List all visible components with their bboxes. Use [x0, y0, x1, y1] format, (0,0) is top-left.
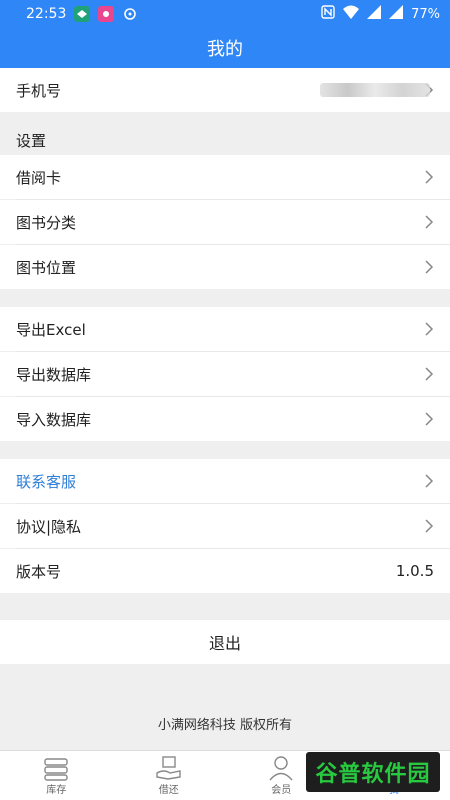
version-label: 版本号	[16, 562, 62, 581]
battery-percent: 77%	[411, 6, 440, 22]
export-database-item[interactable]: 导出数据库	[0, 352, 450, 396]
tab-borrow-return-label: 借还	[158, 785, 179, 796]
settings-section-title: 设置	[16, 132, 47, 150]
export-excel-item[interactable]: 导出Excel	[0, 307, 450, 351]
contact-support-label: 联系客服	[16, 472, 77, 491]
import-database-item[interactable]: 导入数据库	[0, 397, 450, 441]
logout-label: 退出	[208, 634, 241, 653]
chevron-right-icon	[425, 519, 434, 533]
tab-inventory[interactable]: 库存	[0, 751, 113, 800]
book-category-label: 图书分类	[16, 213, 77, 232]
chevron-right-icon	[425, 322, 434, 336]
export-database-label: 导出数据库	[16, 365, 92, 384]
hand-book-icon	[156, 756, 181, 780]
chevron-right-icon	[425, 215, 434, 229]
phone-number-redacted	[320, 83, 430, 97]
tab-member-label: 会员	[271, 785, 292, 796]
contact-support-item[interactable]: 联系客服	[0, 459, 450, 503]
wifi-icon	[343, 5, 360, 23]
sync-icon	[122, 6, 138, 22]
page-header: 我的	[0, 28, 450, 68]
book-location-label: 图书位置	[16, 258, 77, 277]
import-database-label: 导入数据库	[16, 410, 92, 429]
watermark-logo: 谷普软件园	[306, 752, 440, 792]
app-notification-icon	[74, 6, 91, 22]
status-bar: 22:53 77%	[0, 0, 450, 28]
book-category-item[interactable]: 图书分类	[0, 200, 450, 244]
app-notification-icon-2	[98, 6, 115, 22]
books-icon	[44, 758, 68, 781]
agreement-privacy-item[interactable]: 协议|隐私	[0, 504, 450, 548]
library-card-item[interactable]: 借阅卡	[0, 155, 450, 199]
chevron-right-icon	[425, 474, 434, 488]
member-icon	[269, 756, 293, 781]
tab-inventory-label: 库存	[46, 785, 67, 796]
page-title: 我的	[207, 39, 243, 60]
signal-icon-2	[389, 5, 404, 23]
library-card-label: 借阅卡	[16, 168, 62, 187]
book-location-item[interactable]: 图书位置	[0, 245, 450, 289]
status-time: 22:53	[26, 6, 67, 22]
nfc-icon	[321, 5, 335, 23]
tab-borrow-return[interactable]: 借还	[113, 751, 226, 800]
logout-button[interactable]: 退出	[0, 620, 450, 664]
agreement-privacy-label: 协议|隐私	[16, 517, 82, 536]
signal-icon	[367, 5, 382, 23]
copyright-text: 小满网络科技 版权所有	[157, 718, 293, 733]
version-row: 版本号 1.0.5	[0, 549, 450, 593]
export-excel-label: 导出Excel	[16, 320, 86, 339]
version-value: 1.0.5	[395, 562, 434, 580]
chevron-right-icon	[425, 170, 434, 184]
chevron-right-icon	[425, 367, 434, 381]
chevron-right-icon	[425, 412, 434, 426]
chevron-right-icon	[425, 260, 434, 274]
